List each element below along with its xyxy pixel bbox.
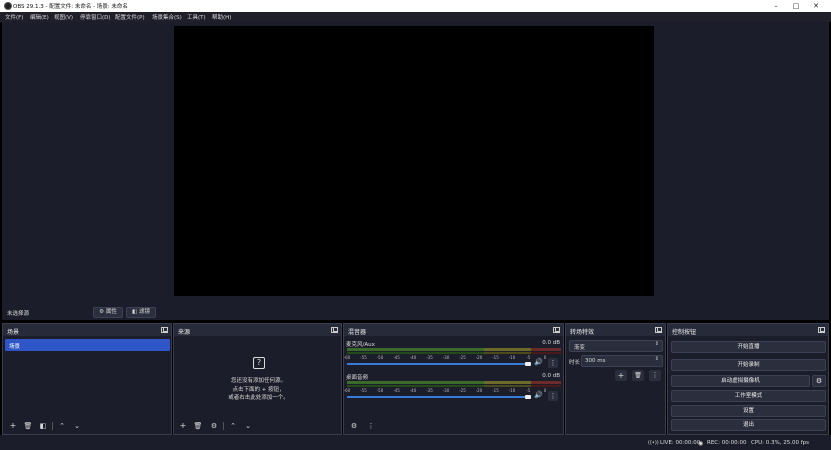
menu-tools[interactable]: 工具(T) xyxy=(187,13,206,21)
track-menu-icon[interactable]: ⋮ xyxy=(548,358,558,368)
track-level: 0.0 dB xyxy=(542,340,560,346)
gear-icon: ⚙ xyxy=(99,309,105,315)
transitions-dock: 转场特效 渐变 ⇕ 时长 300 ms ⇕ + 🗑 ⋮ xyxy=(565,323,666,435)
remove-source-icon[interactable]: 🗑 xyxy=(192,421,204,431)
remove-scene-icon[interactable]: 🗑 xyxy=(22,421,34,431)
move-scene-down-icon[interactable]: ⌄ xyxy=(71,421,83,431)
sources-empty-hint: 您还没有添加任何源。 点击下面的 + 按钮， 或者右击此处添加一个。 xyxy=(228,378,289,401)
menu-view[interactable]: 视图(V) xyxy=(54,13,73,21)
updown-chevron-icon: ⇕ xyxy=(654,341,659,347)
track-level: 0.0 dB xyxy=(542,373,560,379)
toolbar-separator xyxy=(223,422,224,430)
scenes-dock: 场景 场景 + 🗑 ◧ ⌃ ⌄ xyxy=(2,323,172,435)
volume-slider-handle[interactable] xyxy=(525,362,531,366)
scenes-dock-title: 场景 xyxy=(7,329,20,336)
source-toolbar: 未选择源 ⚙ 属性 ◧ 滤镜 xyxy=(2,305,829,320)
menu-file[interactable]: 文件(F) xyxy=(5,13,23,21)
live-time: LIVE: 00:00:00 xyxy=(660,440,701,446)
cpu-fps: CPU: 0.3%, 25.00 fps xyxy=(751,440,810,446)
record-icon: ◉ xyxy=(698,440,704,447)
duration-label: 时长 xyxy=(569,360,581,366)
track-name: 麦克风/Aux xyxy=(346,342,375,348)
mixer-menu-icon[interactable]: ⋮ xyxy=(365,421,377,431)
volume-slider[interactable] xyxy=(347,396,527,398)
controls-dock-title: 控制按钮 xyxy=(672,329,697,336)
volume-slider-handle[interactable] xyxy=(525,395,531,399)
title-bar: OBS 29.1.3 - 配置文件: 未命名 - 场景: 未命名 – □ ✕ xyxy=(0,0,831,12)
controls-dock-header: 控制按钮 xyxy=(668,324,828,336)
filter-icon: ◧ xyxy=(132,309,138,315)
minimize-icon[interactable]: – xyxy=(766,0,786,12)
studio-mode-button[interactable]: 工作室模式 xyxy=(671,390,826,402)
audio-mixer-dock: 混音器 麦克风/Aux 0.0 dB -60 -55 -50 -45 -40 -… xyxy=(343,323,564,435)
transitions-dock-header: 转场特效 xyxy=(566,324,665,336)
add-source-icon[interactable]: + xyxy=(177,421,189,431)
close-icon[interactable]: ✕ xyxy=(806,0,826,12)
transition-menu-icon[interactable]: ⋮ xyxy=(649,370,661,381)
volume-meter xyxy=(347,381,561,384)
undock-icon[interactable] xyxy=(818,327,825,333)
virtual-camera-settings-icon[interactable]: ⚙ xyxy=(812,375,826,387)
duration-spinbox[interactable]: 300 ms ⇕ xyxy=(581,355,663,367)
speaker-icon[interactable]: 🔊 xyxy=(534,358,543,366)
sources-dock-header: 来源 xyxy=(174,324,341,336)
menu-edit[interactable]: 编辑(E) xyxy=(30,13,49,21)
settings-button[interactable]: 设置 xyxy=(671,405,826,417)
scene-list-item[interactable]: 场景 xyxy=(5,339,170,351)
scene-filters-icon[interactable]: ◧ xyxy=(37,421,49,431)
start-streaming-button[interactable]: 开始直播 xyxy=(671,341,826,353)
rec-time: REC: 00:00:00 xyxy=(707,440,747,446)
add-scene-icon[interactable]: + xyxy=(7,421,19,431)
menu-help[interactable]: 帮助(H) xyxy=(212,13,231,21)
move-scene-up-icon[interactable]: ⌃ xyxy=(56,421,68,431)
question-icon: ? xyxy=(253,357,265,369)
volume-meter xyxy=(347,385,561,387)
sources-dock-title: 来源 xyxy=(178,329,191,336)
mixer-dock-header: 混音器 xyxy=(344,324,563,336)
volume-meter xyxy=(347,348,561,351)
menu-profile[interactable]: 配置文件(P) xyxy=(115,13,145,21)
track-name: 桌面音频 xyxy=(346,375,369,381)
scenes-dock-header: 场景 xyxy=(3,324,171,336)
speaker-icon[interactable]: 🔊 xyxy=(534,391,543,399)
start-recording-button[interactable]: 开始录制 xyxy=(671,359,826,371)
properties-button[interactable]: ⚙ 属性 xyxy=(93,307,123,318)
add-transition-icon[interactable]: + xyxy=(615,370,627,381)
window-title: OBS 29.1.3 - 配置文件: 未命名 - 场景: 未命名 xyxy=(13,4,128,10)
filters-button[interactable]: ◧ 滤镜 xyxy=(126,307,156,318)
exit-button[interactable]: 退出 xyxy=(671,419,826,431)
meter-scale: -60 -55 -50 -45 -40 -35 -30 -25 -20 -15 … xyxy=(343,388,547,393)
no-source-selected-label: 未选择源 xyxy=(7,311,30,317)
transitions-dock-title: 转场特效 xyxy=(570,329,595,336)
move-source-down-icon[interactable]: ⌄ xyxy=(242,421,254,431)
meter-scale: -60 -55 -50 -45 -40 -35 -30 -25 -20 -15 … xyxy=(343,355,547,360)
obs-logo-icon xyxy=(4,2,12,10)
mixer-dock-title: 混音器 xyxy=(348,329,367,336)
menu-scene-collection[interactable]: 场景集合(S) xyxy=(152,13,182,21)
scene-item-label: 场景 xyxy=(9,344,21,350)
advanced-audio-properties-icon[interactable]: ⚙ xyxy=(348,421,360,431)
undock-icon[interactable] xyxy=(161,327,168,333)
undock-icon[interactable] xyxy=(331,327,338,333)
start-virtual-camera-button[interactable]: 启动虚拟摄像机 xyxy=(671,375,810,387)
maximize-icon[interactable]: □ xyxy=(786,0,806,12)
source-properties-icon[interactable]: ⚙ xyxy=(208,421,220,431)
live-signal-icon: ((•)) xyxy=(648,440,659,446)
transition-select[interactable]: 渐变 ⇕ xyxy=(569,340,663,352)
move-source-up-icon[interactable]: ⌃ xyxy=(227,421,239,431)
menu-bar: 文件(F) 编辑(E) 视图(V) 停靠窗口(D) 配置文件(P) 场景集合(S… xyxy=(0,12,831,22)
volume-meter xyxy=(347,352,561,354)
spin-arrows-icon[interactable]: ⇕ xyxy=(655,356,659,362)
sources-dock: 来源 ? 您还没有添加任何源。 点击下面的 + 按钮， 或者右击此处添加一个。 … xyxy=(173,323,342,435)
undock-icon[interactable] xyxy=(655,327,662,333)
controls-dock: 控制按钮 开始直播 开始录制 启动虚拟摄像机 ⚙ 工作室模式 设置 退出 xyxy=(667,323,829,435)
undock-icon[interactable] xyxy=(553,327,560,333)
preview-canvas[interactable] xyxy=(174,26,654,296)
toolbar-separator xyxy=(52,422,53,430)
track-menu-icon[interactable]: ⋮ xyxy=(548,391,558,401)
remove-transition-icon[interactable]: 🗑 xyxy=(632,370,644,381)
status-bar: ((•)) LIVE: 00:00:00 ◉ REC: 00:00:00 CPU… xyxy=(0,435,831,450)
volume-slider[interactable] xyxy=(347,363,527,365)
menu-docks[interactable]: 停靠窗口(D) xyxy=(80,13,111,21)
